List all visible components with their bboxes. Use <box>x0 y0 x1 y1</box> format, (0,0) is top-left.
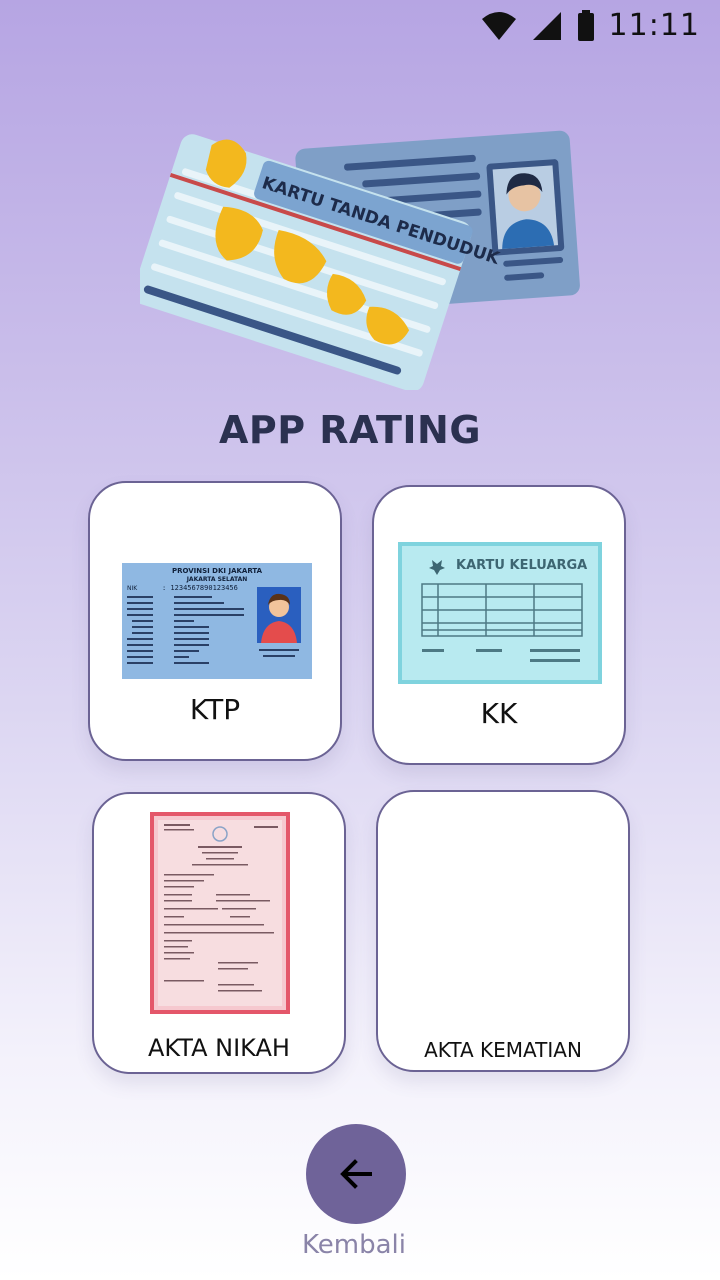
kk-image-title: KARTU KELUARGA <box>456 558 587 573</box>
ktp-image-nik: : 1234567890123456 <box>162 584 238 592</box>
akta-nikah-image <box>150 812 290 1014</box>
akta-nikah-label: AKTA NIKAH <box>148 1034 290 1062</box>
status-icons: 11:11 <box>481 8 700 43</box>
back-label[interactable]: Kembali <box>254 1230 454 1260</box>
page-title: APP RATING <box>218 408 482 452</box>
kk-card[interactable]: KARTU KELUARGA KK <box>372 485 626 765</box>
akta-nikah-card[interactable]: AKTA NIKAH <box>92 792 346 1074</box>
ktp-image: PROVINSI DKI JAKARTA JAKARTA SELATAN NIK… <box>122 563 312 679</box>
id-card-illustration: KARTU TANDA PENDUDUK <box>140 130 580 390</box>
ktp-card[interactable]: PROVINSI DKI JAKARTA JAKARTA SELATAN NIK… <box>88 481 342 761</box>
battery-icon <box>577 9 594 41</box>
arrow-left-icon <box>340 1159 372 1189</box>
ktp-image-nik-label: NIK <box>127 585 138 592</box>
kk-image: KARTU KELUARGA <box>398 542 602 684</box>
akta-kematian-label: AKTA KEMATIAN <box>424 1038 582 1062</box>
signal-icon <box>532 11 561 40</box>
status-time: 11:11 <box>608 8 700 43</box>
back-button[interactable] <box>306 1124 406 1224</box>
ktp-image-city: JAKARTA SELATAN <box>186 576 248 583</box>
kk-label: KK <box>480 697 518 730</box>
wifi-icon <box>481 11 516 40</box>
ktp-image-province: PROVINSI DKI JAKARTA <box>172 567 263 575</box>
akta-kematian-card[interactable]: AKTA KEMATIAN <box>376 790 630 1072</box>
status-bar: 11:11 <box>0 0 720 48</box>
ktp-label: KTP <box>189 693 241 726</box>
